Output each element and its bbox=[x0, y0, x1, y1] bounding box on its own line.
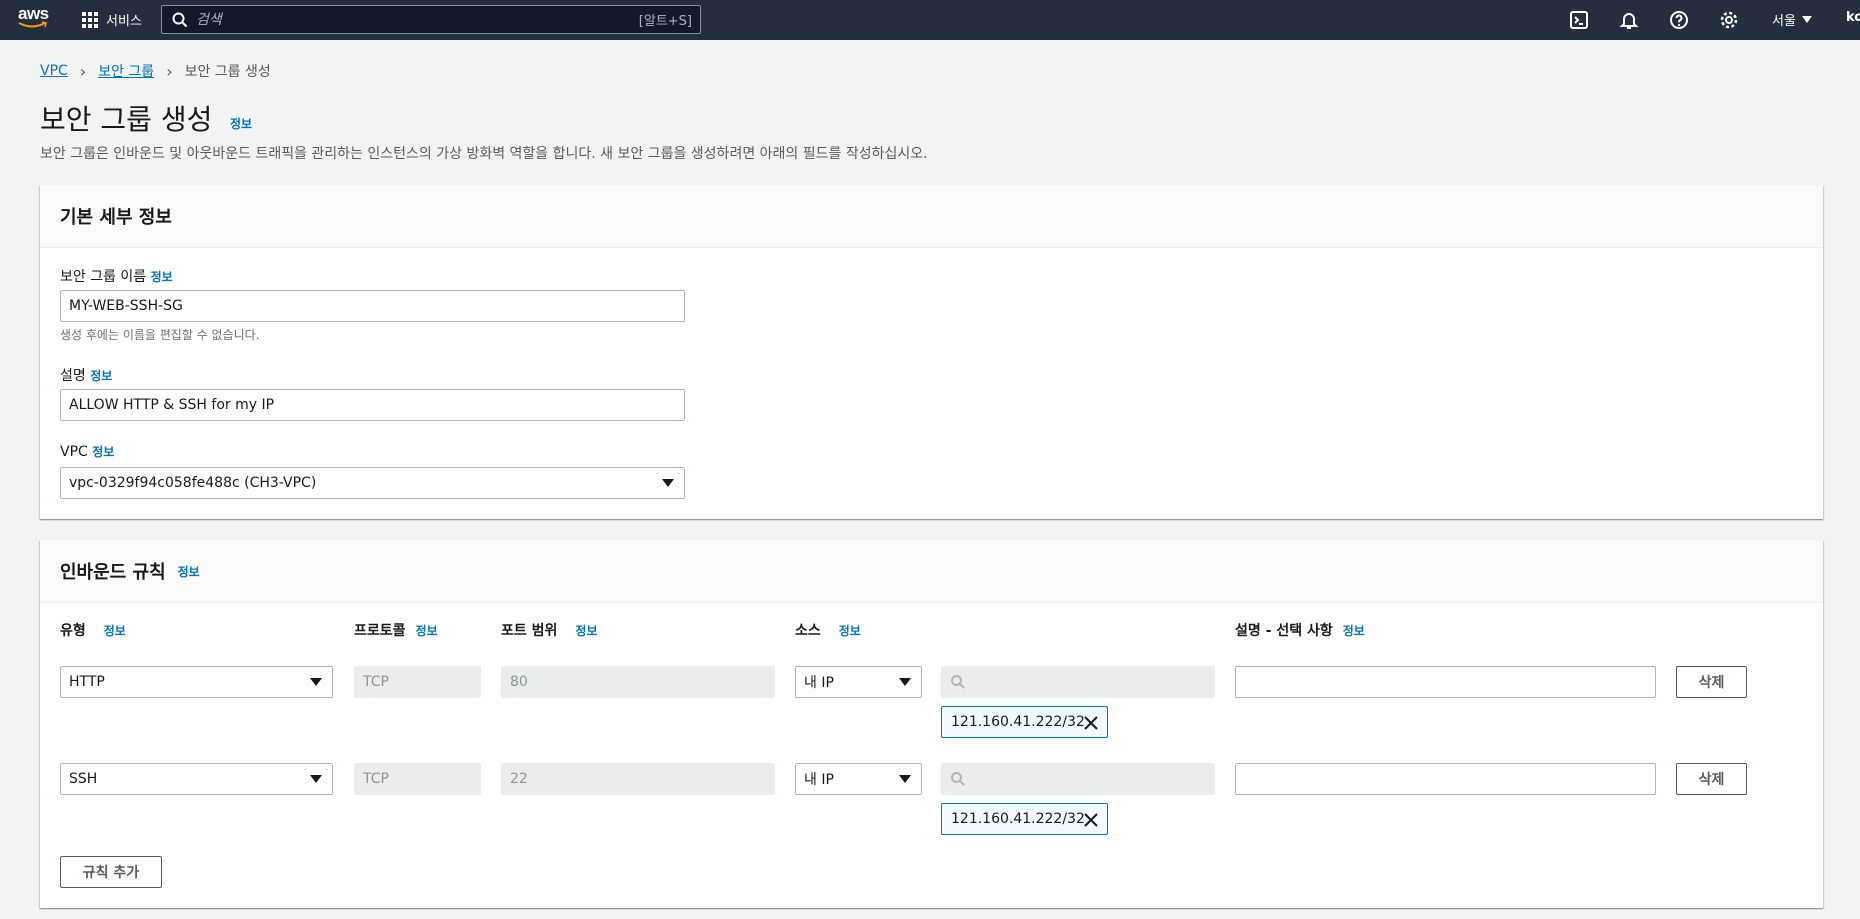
caret-down-icon bbox=[899, 775, 911, 783]
sg-name-label: 보안 그룹 이름 정보 bbox=[60, 266, 173, 286]
type-info-link[interactable]: 정보 bbox=[104, 622, 126, 639]
caret-down-icon bbox=[662, 479, 674, 487]
grid-icon bbox=[82, 11, 98, 28]
column-header-source-text: 소스 bbox=[795, 623, 821, 639]
column-header-protocol-text: 프로토콜 bbox=[354, 623, 406, 639]
cidr-token: 121.160.41.222/32 bbox=[941, 803, 1108, 835]
sg-name-input[interactable]: MY-WEB-SSH-SG bbox=[60, 290, 685, 322]
sg-name-label-text: 보안 그룹 이름 bbox=[60, 269, 147, 285]
vpc-label-text: VPC bbox=[60, 444, 88, 460]
inbound-rules-header: 인바운드 규칙 정보 bbox=[40, 540, 1823, 603]
search-input[interactable] bbox=[196, 11, 639, 28]
basic-details-header: 기본 세부 정보 bbox=[40, 185, 1823, 248]
sg-name-hint: 생성 후에는 이름을 편집할 수 없습니다. bbox=[60, 328, 260, 342]
close-icon[interactable] bbox=[1083, 812, 1099, 828]
services-menu[interactable]: 서비스 bbox=[82, 10, 142, 29]
search-bar[interactable]: [알트+S] bbox=[161, 5, 701, 34]
caret-down-icon bbox=[1801, 15, 1812, 23]
cidr-token: 121.160.41.222/32 bbox=[941, 706, 1108, 738]
search-icon bbox=[951, 772, 965, 786]
delete-rule-button[interactable]: 삭제 bbox=[1676, 666, 1747, 698]
rule-cidr-search[interactable] bbox=[941, 763, 1215, 795]
account-menu[interactable]: ko bbox=[1846, 10, 1860, 25]
inbound-info-link[interactable]: 정보 bbox=[178, 563, 200, 580]
search-icon bbox=[172, 12, 188, 27]
rule-protocol-field: TCP bbox=[354, 666, 481, 698]
cloudshell-icon[interactable] bbox=[1569, 10, 1589, 30]
title-info-link[interactable]: 정보 bbox=[230, 115, 252, 132]
description-col-info-link[interactable]: 정보 bbox=[1343, 622, 1365, 639]
top-navigation-bar: aws 서비스 [알트+S] 서울 ko bbox=[0, 0, 1860, 40]
basic-details-panel: 기본 세부 정보 보안 그룹 이름 정보 MY-WEB-SSH-SG 생성 후에… bbox=[40, 185, 1823, 519]
rule-type-select[interactable]: HTTP bbox=[60, 666, 333, 698]
source-info-link[interactable]: 정보 bbox=[839, 622, 861, 639]
breadcrumb-current: 보안 그룹 생성 bbox=[184, 64, 271, 80]
rule-description-input[interactable] bbox=[1235, 763, 1656, 795]
delete-rule-button[interactable]: 삭제 bbox=[1676, 763, 1747, 795]
description-input[interactable]: ALLOW HTTP & SSH for my IP bbox=[60, 389, 685, 421]
close-icon[interactable] bbox=[1083, 715, 1099, 731]
rule-port-field: 22 bbox=[501, 763, 775, 795]
page-description: 보안 그룹은 인바운드 및 아웃바운드 트래픽을 관리하는 인스턴스의 가상 방… bbox=[40, 146, 928, 162]
rule-protocol-field: TCP bbox=[354, 763, 481, 795]
aws-logo[interactable]: aws bbox=[18, 4, 52, 34]
rule-type-value: HTTP bbox=[69, 674, 105, 690]
rule-port-field: 80 bbox=[501, 666, 775, 698]
column-header-protocol: 프로토콜 정보 bbox=[354, 620, 438, 640]
column-header-description: 설명 - 선택 사항 정보 bbox=[1235, 620, 1365, 640]
column-header-port-text: 포트 범위 bbox=[501, 623, 558, 639]
region-selector[interactable]: 서울 bbox=[1772, 10, 1812, 29]
column-header-port: 포트 범위 정보 bbox=[501, 620, 598, 640]
vpc-label: VPC 정보 bbox=[60, 443, 114, 460]
column-header-type-text: 유형 bbox=[60, 623, 86, 639]
rule-description-input[interactable] bbox=[1235, 666, 1656, 698]
inbound-rules-panel: 인바운드 규칙 정보 bbox=[40, 540, 1823, 908]
column-header-source: 소스 정보 bbox=[795, 620, 861, 640]
help-icon[interactable] bbox=[1669, 10, 1689, 30]
vpc-select-value: vpc-0329f94c058fe488c (CH3-VPC) bbox=[69, 475, 317, 491]
breadcrumb-vpc[interactable]: VPC bbox=[40, 63, 68, 79]
add-rule-button[interactable]: 규칙 추가 bbox=[60, 856, 162, 888]
cidr-token-text: 121.160.41.222/32 bbox=[951, 811, 1085, 827]
caret-down-icon bbox=[310, 678, 322, 686]
page-title: 보안 그룹 생성 bbox=[40, 103, 213, 136]
rule-source-value: 내 IP bbox=[804, 675, 834, 691]
rule-source-select[interactable]: 내 IP bbox=[795, 666, 922, 698]
chevron-right-icon: › bbox=[166, 61, 173, 81]
breadcrumb: VPC › 보안 그룹 › 보안 그룹 생성 bbox=[40, 61, 271, 81]
services-label: 서비스 bbox=[106, 14, 142, 29]
bell-icon[interactable] bbox=[1619, 10, 1639, 30]
vpc-info-link[interactable]: 정보 bbox=[92, 445, 114, 459]
gear-icon[interactable] bbox=[1719, 10, 1739, 30]
rule-source-value: 내 IP bbox=[804, 772, 834, 788]
description-label-text: 설명 bbox=[60, 368, 86, 384]
cidr-token-text: 121.160.41.222/32 bbox=[951, 714, 1085, 730]
rule-type-value: SSH bbox=[69, 771, 98, 787]
caret-down-icon bbox=[310, 775, 322, 783]
rule-type-select[interactable]: SSH bbox=[60, 763, 333, 795]
vpc-select[interactable]: vpc-0329f94c058fe488c (CH3-VPC) bbox=[60, 467, 685, 499]
rule-cidr-search[interactable] bbox=[941, 666, 1215, 698]
column-header-type: 유형 정보 bbox=[60, 620, 126, 640]
inbound-rules-title: 인바운드 규칙 bbox=[60, 562, 166, 583]
description-label: 설명 정보 bbox=[60, 365, 112, 385]
port-info-link[interactable]: 정보 bbox=[575, 622, 597, 639]
chevron-right-icon: › bbox=[79, 61, 87, 81]
caret-down-icon bbox=[899, 678, 911, 686]
region-label: 서울 bbox=[1772, 14, 1796, 29]
search-icon bbox=[951, 675, 965, 689]
description-info-link[interactable]: 정보 bbox=[90, 369, 112, 383]
search-shortcut: [알트+S] bbox=[638, 14, 692, 29]
sg-name-info-link[interactable]: 정보 bbox=[151, 270, 173, 284]
rule-source-select[interactable]: 내 IP bbox=[795, 763, 922, 795]
column-header-description-text: 설명 - 선택 사항 bbox=[1235, 623, 1333, 639]
breadcrumb-security-groups[interactable]: 보안 그룹 bbox=[98, 61, 154, 81]
aws-logo-text: aws bbox=[18, 4, 49, 23]
protocol-info-link[interactable]: 정보 bbox=[416, 622, 438, 639]
